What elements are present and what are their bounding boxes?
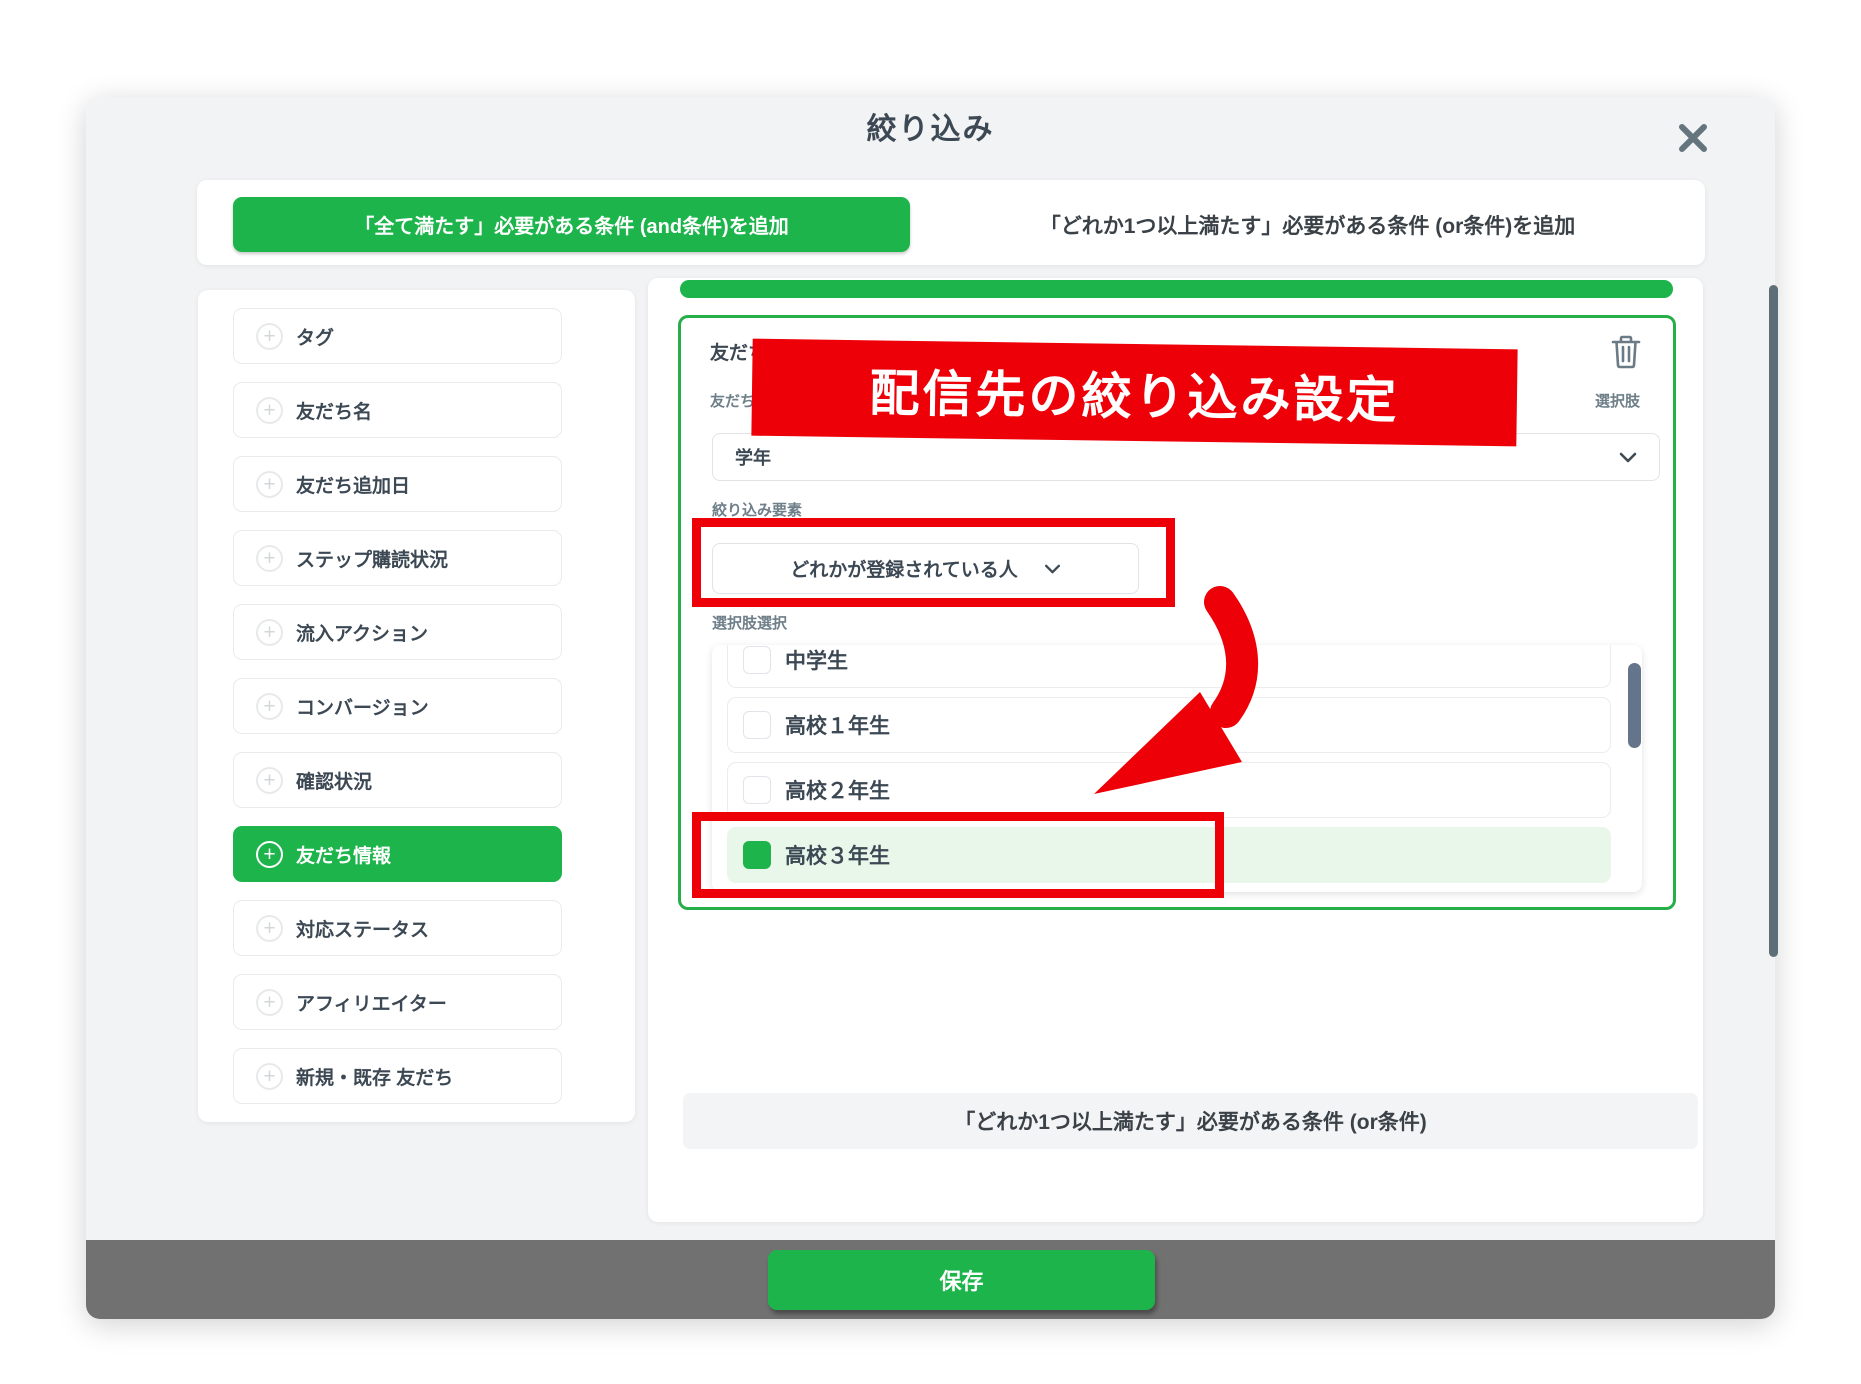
add-and-condition-button[interactable]: 「全て満たす」必要がある条件 (and条件)を追加 [233,197,910,252]
sidebar-item-label: 新規・既存 友だち [296,1063,453,1090]
sidebar-item-support-status[interactable]: + 対応ステータス [233,900,562,956]
modal-scrollbar[interactable] [1769,285,1778,957]
annotation-banner: 配信先の絞り込み設定 [751,339,1517,447]
filter-element-value: どれかが登録されている人 [790,555,1017,582]
plus-circle-icon: + [256,841,283,868]
chevron-down-icon [1619,452,1637,463]
annotation-banner-text: 配信先の絞り込み設定 [869,353,1400,432]
save-button-label: 保存 [939,1264,983,1296]
sidebar-item-tag[interactable]: + タグ [233,308,562,364]
option-label: 高校１年生 [785,710,890,740]
plus-circle-icon: + [256,471,283,498]
options-select-label: 選択肢選択 [712,612,787,633]
close-button[interactable] [1674,119,1712,157]
modal-title: 絞り込み [86,104,1775,148]
sidebar-item-label: 友だち追加日 [296,471,410,498]
or-condition-bar-label: 「どれか1つ以上満たす」必要がある条件 (or条件) [954,1106,1427,1136]
sidebar-item-label: 友だち名 [296,397,372,424]
plus-circle-icon: + [256,915,283,942]
plus-circle-icon: + [256,693,283,720]
sidebar-item-affiliate[interactable]: + アフィリエイター [233,974,562,1030]
add-or-condition-label: 「どれか1つ以上満たす」必要がある条件 (or条件)を追加 [1040,210,1576,240]
filter-element-label: 絞り込み要素 [712,499,802,520]
plus-circle-icon: + [256,397,283,424]
sidebar-item-list: + タグ + 友だち名 + 友だち追加日 + ステップ購読状況 + 流入アクショ… [198,290,635,1122]
add-and-condition-label: 「全て満たす」必要がある条件 (and条件)を追加 [354,210,788,239]
plus-circle-icon: + [256,989,283,1016]
option-label: 中学生 [785,645,848,675]
option-row-high-school-2[interactable]: 高校２年生 [727,762,1611,818]
sidebar-item-label: 友だち情報 [296,841,391,868]
trash-icon [1610,334,1642,370]
plus-circle-icon: + [256,323,283,350]
sidebar-item-label: アフィリエイター [296,989,447,1016]
sidebar-item-confirmation-status[interactable]: + 確認状況 [233,752,562,808]
option-label: 高校２年生 [785,775,890,805]
sidebar-item-label: 確認状況 [296,767,372,794]
plus-circle-icon: + [256,619,283,646]
page: 絞り込み 「全て満たす」必要がある条件 (and条件)を追加 「どれか1つ以上満… [0,0,1861,1384]
plus-circle-icon: + [256,767,283,794]
sidebar-item-friend-added-date[interactable]: + 友だち追加日 [233,456,562,512]
sidebar-item-label: タグ [296,323,334,350]
annotation-frame-checked-option [692,812,1224,898]
filter-element-dropdown[interactable]: どれかが登録されている人 [712,543,1139,594]
plus-circle-icon: + [256,1063,283,1090]
delete-condition-button[interactable] [1610,334,1642,370]
sidebar-item-new-existing-friend[interactable]: + 新規・既存 友だち [233,1048,562,1104]
sidebar-item-label: 対応ステータス [296,915,429,942]
sidebar-item-conversion[interactable]: + コンバージョン [233,678,562,734]
sidebar-item-step-subscription[interactable]: + ステップ購読状況 [233,530,562,586]
choices-label: 選択肢 [1540,390,1640,411]
option-row-junior-high[interactable]: 中学生 [727,645,1611,688]
sidebar-item-label: コンバージョン [296,693,429,720]
checkbox[interactable] [743,646,771,674]
and-condition-header-bar [680,280,1673,298]
chevron-down-icon [1044,564,1061,574]
sidebar-item-friend-name[interactable]: + 友だち名 [233,382,562,438]
field-select-value: 学年 [735,444,771,470]
options-list-scrollbar[interactable] [1628,663,1641,748]
checkbox[interactable] [743,776,771,804]
close-icon [1674,119,1712,157]
sidebar-item-label: 流入アクション [296,619,428,646]
add-or-condition-button[interactable]: 「どれか1つ以上満たす」必要がある条件 (or条件)を追加 [910,197,1705,252]
sidebar-item-friend-info[interactable]: + 友だち情報 [233,826,562,882]
plus-circle-icon: + [256,545,283,572]
sidebar-item-label: ステップ購読状況 [296,545,448,572]
option-row-high-school-1[interactable]: 高校１年生 [727,697,1611,753]
or-condition-bar[interactable]: 「どれか1つ以上満たす」必要がある条件 (or条件) [683,1093,1698,1149]
sidebar-item-inflow-action[interactable]: + 流入アクション [233,604,562,660]
save-button[interactable]: 保存 [768,1250,1155,1310]
checkbox[interactable] [743,711,771,739]
